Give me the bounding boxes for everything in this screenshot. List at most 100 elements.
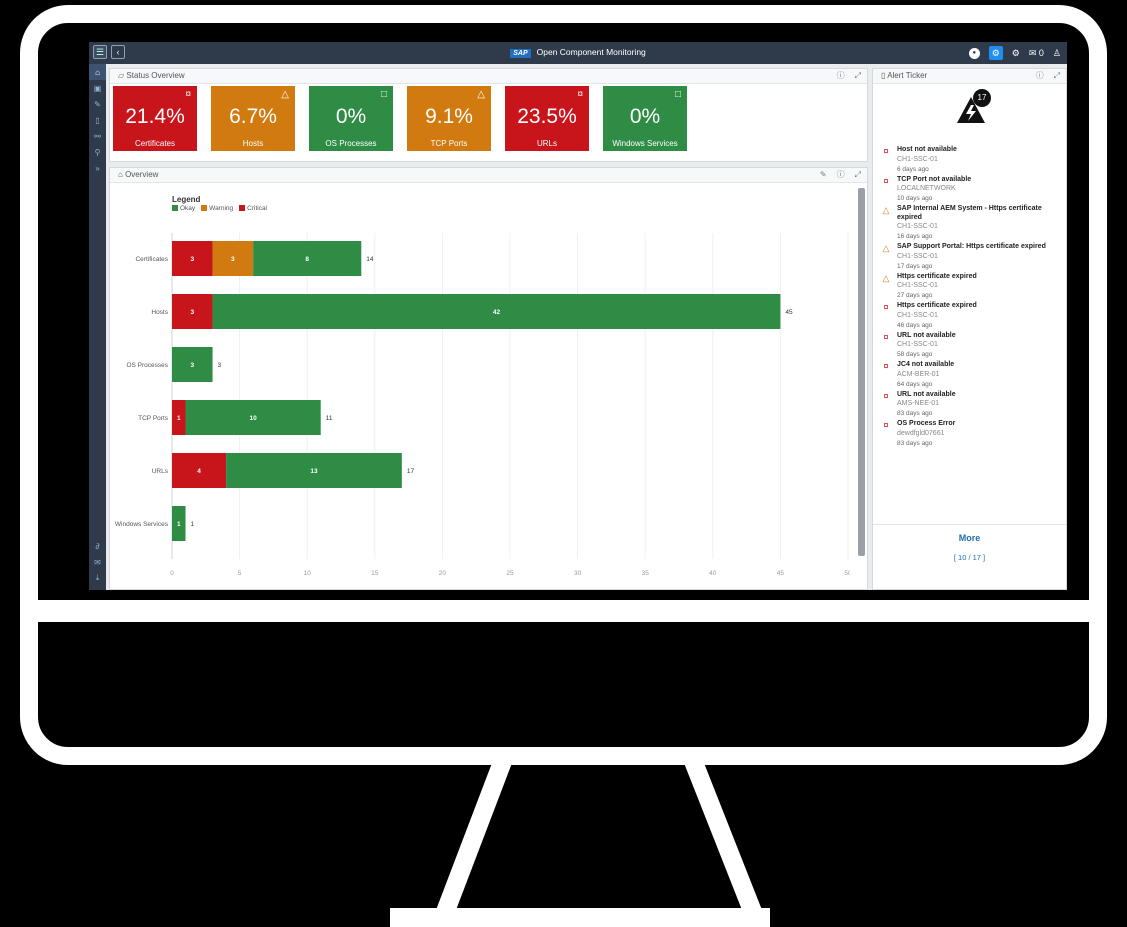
alert-item[interactable]: ¤ JC4 not available ACM-BER-01 64 days a… [881,361,1066,389]
bar-value-label: 3 [190,362,194,369]
status-tile[interactable]: □ 0% OS Processes [309,86,393,151]
critical-icon: ¤ [883,175,889,186]
info-icon[interactable]: ⓘ [837,69,845,83]
mail-icon[interactable]: ✉ [89,554,106,570]
alert-count-badge: 17 [977,93,987,102]
bar-value-label: 4 [197,468,201,475]
tile-value: 0% [335,105,367,128]
download-icon[interactable]: ⤓ [89,570,106,586]
alert-title: SAP Internal AEM System - Https certific… [897,205,1042,221]
shell-bar: ☰ ‹ SAP Open Component Monitoring ● ⚙ ⚙ ✉… [89,42,1067,64]
bar-value-label: 10 [250,415,258,422]
document-icon[interactable]: ▯ [89,112,106,128]
alert-title: Host not available [897,146,957,153]
warning-icon: △ [882,205,890,215]
alert-item[interactable]: ¤ Https certificate expired CH1-SSC-01 4… [881,302,1066,330]
tile-value: 21.4% [125,105,185,128]
user-icon[interactable]: ♙ [1053,48,1061,59]
status-tile[interactable]: ¤ 23.5% URLs [505,86,589,151]
expand-icon[interactable]: » [89,160,106,176]
alert-item[interactable]: ¤ URL not available CH1-SSC-01 58 days a… [881,332,1066,360]
overview-header: ⌂ Overview ✎ ⓘ ⤢ [110,168,867,183]
category-label: Certificates [135,256,168,263]
alert-time: 10 days ago [897,195,933,202]
category-label: Hosts [151,309,168,316]
bar-total-label: 45 [785,309,793,316]
info-icon[interactable]: ⓘ [837,168,845,182]
more-link[interactable]: More [873,533,1066,543]
alert-item[interactable]: △ SAP Support Portal: Https certificate … [881,243,1066,271]
tile-label: URLs [536,139,557,148]
edit-icon[interactable]: ✎ [820,168,827,182]
tile-value: 6.7% [229,105,277,128]
connection-icon[interactable]: ⚯ [89,128,106,144]
bar-total-label: 17 [407,468,415,475]
x-tick-label: 40 [709,570,717,577]
fullscreen-icon[interactable]: ⤢ [1054,69,1060,83]
overview-panel: ⌂ Overview ✎ ⓘ ⤢ Legend Okay Warning Critica… [109,167,868,590]
fullscreen-icon[interactable]: ⤢ [855,168,861,182]
calendar-icon[interactable]: ▣ [89,80,106,96]
alert-item[interactable]: ¤ Host not available CH1-SSC-01 6 days a… [881,146,1066,174]
tile-value: 9.1% [425,105,473,128]
home-small-icon: ⌂ [118,170,123,179]
category-label: TCP Ports [138,415,169,422]
alert-title: SAP Support Portal: Https certificate ex… [897,243,1046,250]
status-tile[interactable]: △ 9.1% TCP Ports [407,86,491,151]
notifications-icon[interactable]: ✉ 0 [1029,48,1044,59]
home-icon[interactable]: ⌂ [89,64,106,80]
chart-icon: ▱ [118,71,125,80]
info-icon[interactable]: ⓘ [1036,69,1044,83]
chain-icon[interactable]: ∂ [89,538,106,554]
monitoring-icon[interactable]: ⚙ [988,46,1003,60]
alert-time: 16 days ago [897,233,933,240]
alert-title: OS Process Error [897,420,956,427]
alert-item[interactable]: ¤ URL not available AMS-NEE-01 83 days a… [881,391,1066,419]
bar-total-label: 1 [191,521,195,528]
bar-value-label: 3 [231,256,235,263]
bar-value-label: 3 [190,256,194,263]
alert-item[interactable]: ¤ OS Process Error dewdfgld07661 83 days… [881,420,1066,448]
alert-time: 83 days ago [897,439,933,447]
avatar-icon[interactable]: ● [968,47,980,59]
tile-label: TCP Ports [430,139,468,148]
critical-icon: ¤ [883,146,889,156]
vertical-scrollbar[interactable] [858,188,865,556]
fullscreen-icon[interactable]: ⤢ [855,69,861,83]
alert-divider [873,524,1066,525]
side-navigation: ⌂ ▣ ✎ ▯ ⚯ ⚲ » ∂ ✉ ⤓ [89,64,106,590]
alert-item[interactable]: △ Https certificate expired CH1-SSC-01 2… [881,273,1066,301]
critical-icon: ¤ [185,89,191,100]
critical-icon: ¤ [883,302,889,312]
notification-count: 0 [1038,47,1044,58]
status-tile[interactable]: □ 0% Windows Services [603,86,687,151]
app-title: SAP Open Component Monitoring [89,47,1067,58]
alert-system: LOCALNETWORK [897,185,956,192]
status-tile[interactable]: △ 6.7% Hosts [211,86,295,151]
alert-time: 64 days ago [897,380,933,388]
tile-label: OS Processes [325,139,377,148]
alert-pager: [ 10 / 17 ] [953,553,986,562]
alert-system: CH1-SSC-01 [897,223,938,230]
alert-time: 6 days ago [897,165,929,173]
alert-system: CH1-SSC-01 [897,341,938,348]
category-label: OS Processes [126,362,168,369]
shell-actions: ● ⚙ ⚙ ✉ 0 ♙ [968,46,1061,60]
alert-system: CH1-SSC-01 [897,311,938,319]
status-overview-title: Status Overview [126,71,185,80]
alert-title: URL not available [897,331,956,339]
alert-title: TCP Port not available [897,175,972,183]
bar-value-label: 1 [177,521,181,528]
hierarchy-icon[interactable]: ⚲ [89,144,106,160]
link-icon[interactable]: ✎ [89,96,106,112]
alert-time: 83 days ago [897,410,933,417]
x-tick-label: 5 [238,570,242,577]
x-tick-label: 20 [439,570,447,577]
status-tile[interactable]: ¤ 21.4% Certificates [113,86,197,151]
bar-total-label: 3 [218,362,222,369]
alert-item[interactable]: ¤ TCP Port not available LOCALNETWORK 10… [881,176,1066,204]
alert-item[interactable]: △ SAP Internal AEM System - Https certif… [881,205,1066,241]
alert-time: 46 days ago [897,321,933,329]
settings-icon[interactable]: ⚙ [1012,48,1020,59]
alert-system: ACM-BER-01 [897,370,940,378]
